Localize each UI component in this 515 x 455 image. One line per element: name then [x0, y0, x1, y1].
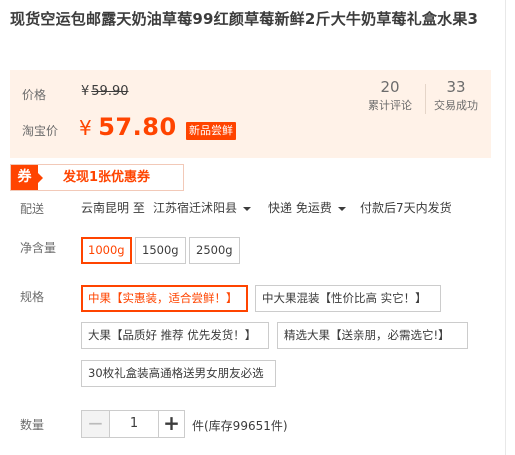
spec-option-large[interactable]: 大果【品质好 推荐 优先发货！】: [81, 322, 269, 349]
sales-count-label: 交易成功: [434, 99, 478, 112]
spec-option-gift-box[interactable]: 30枚礼盒装高通格送男女朋友必选: [81, 360, 276, 387]
shipping-destination-select[interactable]: 江苏宿迁沭阳县: [153, 200, 252, 216]
shipping-label: 配送: [20, 202, 45, 216]
sales-count: 33: [446, 78, 466, 96]
spec-label: 规格: [20, 290, 45, 304]
product-title: 现货空运包邮露天奶油草莓99红颜草莓新鲜2斤大牛奶草莓礼盒水果3: [10, 10, 479, 28]
shipping-note: 付款后7天内发货: [360, 201, 452, 215]
original-price: ¥59.90: [81, 84, 129, 99]
coupon-button[interactable]: 券 发现1张优惠券: [10, 164, 184, 191]
panel-divider: [505, 0, 506, 455]
review-count: 20: [380, 78, 400, 96]
quantity-input[interactable]: 1: [109, 410, 159, 438]
spec-option-medium[interactable]: 中果【实惠装，适合尝鲜！】: [81, 285, 248, 312]
shipping-destination: 江苏宿迁沭阳县: [153, 201, 238, 215]
original-price-currency: ¥: [81, 84, 90, 99]
weight-option-1000g[interactable]: 1000g: [81, 237, 132, 264]
quantity-decrease-button[interactable]: −: [81, 410, 110, 438]
original-price-label: 价格: [22, 88, 47, 102]
coupon-icon: 券: [11, 165, 43, 190]
sales-count-stat[interactable]: 33 交易成功: [421, 78, 491, 114]
review-count-label: 累计评论: [368, 99, 412, 112]
price-panel: 价格 ¥59.90 淘宝价 ¥57.80 新品尝鲜 20 累计评论 33 交易成…: [10, 70, 491, 158]
shipping-method: 快递 免运费: [268, 201, 332, 215]
taobao-price: ¥57.80: [79, 113, 177, 141]
net-weight-label: 净含量: [20, 241, 57, 255]
shipping-origin: 云南昆明 至: [81, 201, 145, 215]
taobao-price-value: 57.80: [98, 113, 177, 141]
chevron-down-icon: [337, 206, 346, 211]
review-count-stat[interactable]: 20 累计评论: [355, 78, 425, 114]
quantity-label: 数量: [20, 418, 45, 432]
quantity-increase-button[interactable]: +: [158, 410, 185, 438]
weight-option-2500g[interactable]: 2500g: [189, 237, 240, 264]
original-price-value: 59.90: [91, 84, 129, 99]
coupon-text: 发现1张优惠券: [63, 170, 151, 185]
spec-option-mixed[interactable]: 中大果混装【性价比高 实它！】: [255, 285, 441, 312]
new-product-badge: 新品尝鲜: [186, 122, 236, 140]
taobao-price-label: 淘宝价: [22, 124, 59, 138]
spec-option-select-large[interactable]: 精选大果【送亲朋，必需选它!】: [277, 322, 468, 349]
weight-option-1500g[interactable]: 1500g: [135, 237, 186, 264]
stock-text: 件(库存99651件): [192, 419, 288, 433]
shipping-method-select[interactable]: 快递 免运费: [268, 200, 346, 216]
chevron-down-icon: [243, 206, 252, 211]
taobao-price-currency: ¥: [79, 116, 93, 140]
